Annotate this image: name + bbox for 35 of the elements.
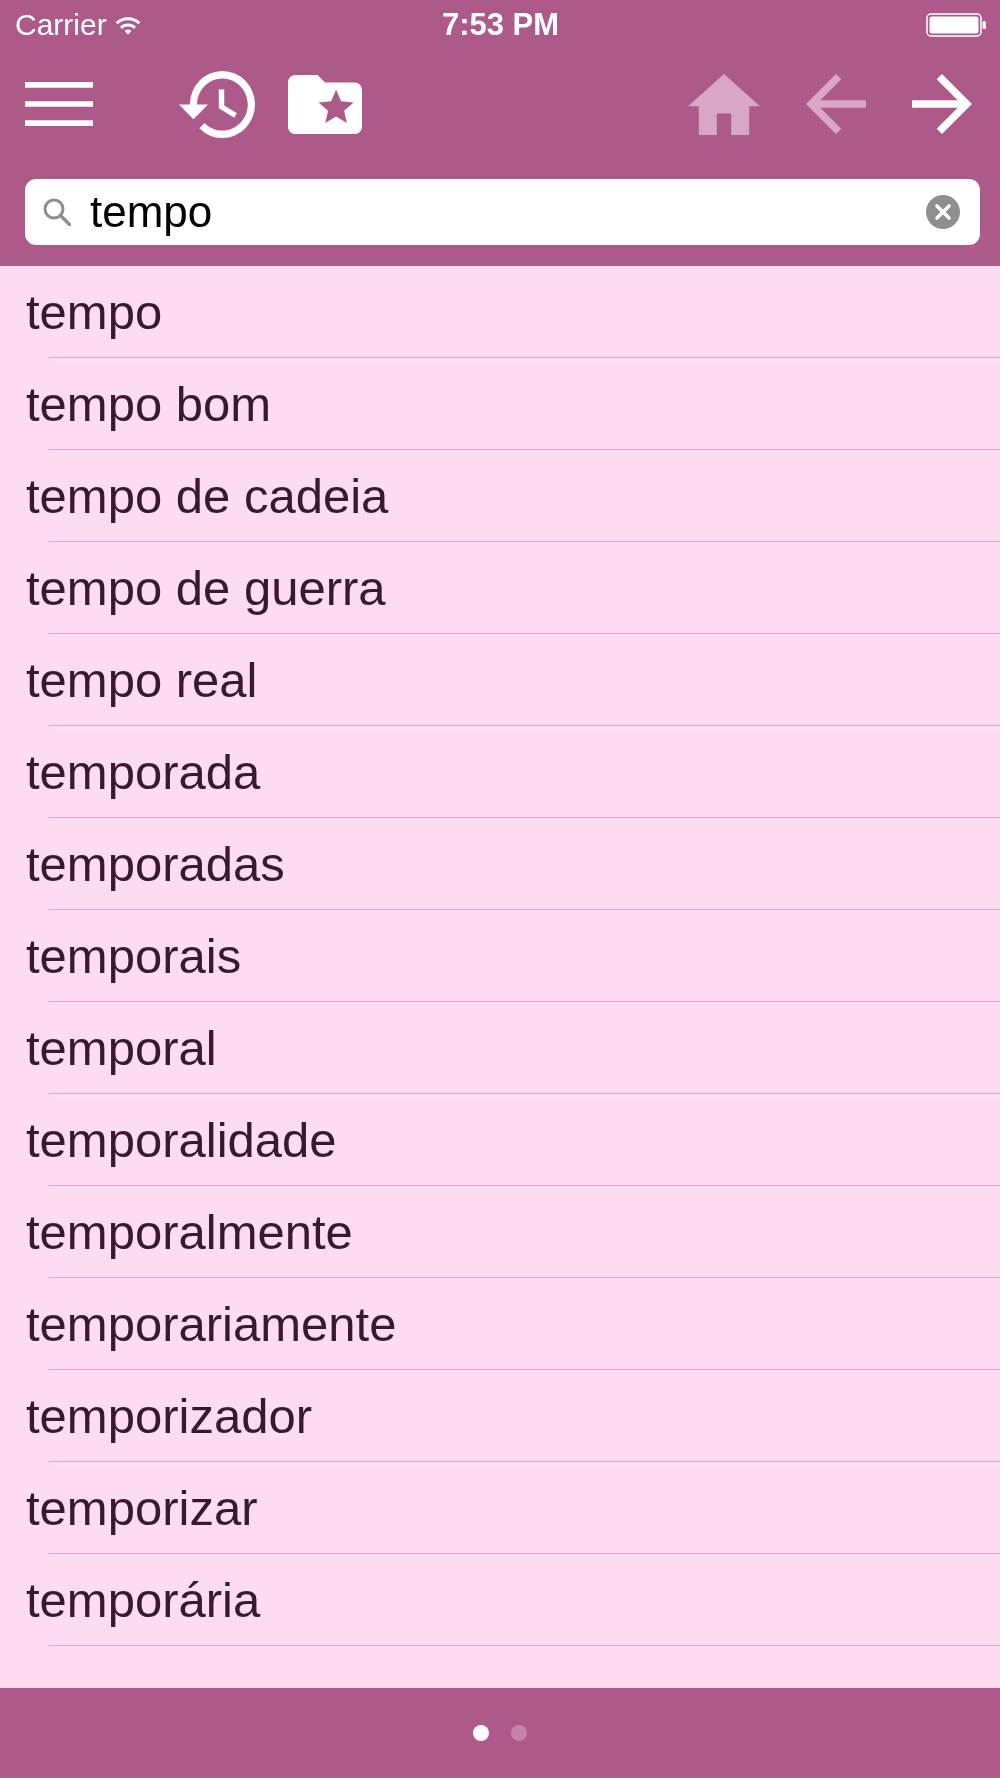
battery-icon [926, 13, 986, 37]
clear-icon [926, 195, 960, 229]
result-item[interactable]: temporalidade [0, 1094, 1000, 1185]
forward-arrow-icon [912, 74, 972, 134]
result-item[interactable]: temporizador [0, 1370, 1000, 1461]
result-item[interactable]: temporada [0, 726, 1000, 817]
page-dot-icon[interactable] [473, 1725, 489, 1741]
result-item[interactable]: temporariamente [0, 1278, 1000, 1369]
clock-arrow-button[interactable] [179, 70, 255, 138]
result-item[interactable]: tempo [0, 266, 1000, 357]
result-item[interactable]: temporadas [0, 818, 1000, 909]
folder-star-icon [288, 74, 362, 134]
result-item[interactable]: tempo de guerra [0, 542, 1000, 633]
result-item[interactable]: tempo de cadeia [0, 450, 1000, 541]
search-field[interactable]: tempo [25, 179, 980, 245]
search-icon [43, 198, 71, 226]
page-dot-icon[interactable] [511, 1725, 527, 1741]
result-item[interactable]: temporal [0, 1002, 1000, 1093]
result-item[interactable]: temporizar [0, 1462, 1000, 1553]
clock-time: 7:53 PM [441, 7, 560, 43]
result-item[interactable]: temporalmente [0, 1186, 1000, 1277]
wifi-icon [114, 15, 141, 35]
clock-arrow-icon [179, 70, 255, 138]
result-item[interactable]: temporária [0, 1554, 1000, 1645]
result-item[interactable]: tempo bom [0, 358, 1000, 449]
forward-arrow-button[interactable] [912, 74, 972, 134]
menu-button[interactable] [25, 82, 93, 126]
folder-star-button[interactable] [288, 74, 362, 134]
clear-button[interactable] [926, 195, 960, 229]
result-item[interactable]: temporais [0, 910, 1000, 1001]
carrier-label: Carrier [15, 8, 107, 42]
menu-icon [25, 82, 93, 126]
home-icon [688, 73, 760, 135]
back-arrow-icon [806, 74, 866, 134]
result-item[interactable]: tempo real [0, 634, 1000, 725]
